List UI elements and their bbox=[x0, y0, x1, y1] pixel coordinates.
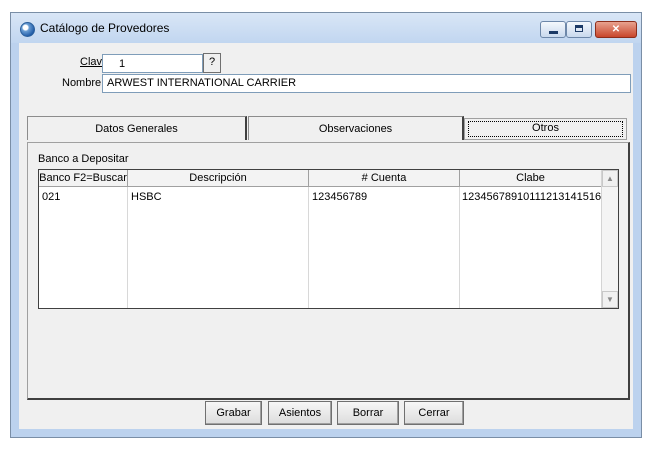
borrar-button[interactable]: Borrar bbox=[337, 401, 399, 425]
asientos-button[interactable]: Asientos bbox=[268, 401, 332, 425]
cell-clabe[interactable]: 123456789101112131415161 bbox=[462, 191, 601, 203]
tab-bar: Datos Generales Observaciones Otros bbox=[27, 116, 629, 142]
nombre-value: ARWEST INTERNATIONAL CARRIER bbox=[107, 77, 297, 89]
cerrar-label: Cerrar bbox=[418, 407, 450, 419]
asientos-label: Asientos bbox=[278, 407, 322, 419]
cell-banco[interactable]: 021 bbox=[42, 191, 60, 203]
close-icon: ✕ bbox=[611, 24, 621, 35]
nombre-input[interactable]: ARWEST INTERNATIONAL CARRIER bbox=[102, 74, 631, 93]
grabar-button[interactable]: Grabar bbox=[205, 401, 262, 425]
column-header-banco[interactable]: Banco F2=Buscar bbox=[39, 170, 128, 187]
cerrar-button[interactable]: Cerrar bbox=[404, 401, 464, 425]
close-button[interactable]: ✕ bbox=[595, 21, 637, 38]
clave-input[interactable]: 1 bbox=[102, 54, 203, 73]
scroll-up-arrow-icon[interactable]: ▲ bbox=[602, 170, 618, 187]
bank-section-label: Banco a Depositar bbox=[38, 153, 129, 165]
column-divider bbox=[308, 187, 309, 308]
borrar-label: Borrar bbox=[352, 407, 384, 419]
tab-focus-rect bbox=[468, 121, 623, 137]
tab-observaciones[interactable]: Observaciones bbox=[248, 116, 464, 140]
cell-cuenta[interactable]: 123456789 bbox=[312, 191, 367, 203]
column-header-descripcion[interactable]: Descripción bbox=[128, 170, 309, 187]
tab-panel-otros: Banco a Depositar Banco F2=Buscar Descri… bbox=[27, 142, 630, 400]
cell-descripcion[interactable]: HSBC bbox=[131, 191, 162, 203]
minimize-button[interactable] bbox=[540, 21, 566, 38]
tab-otros[interactable]: Otros bbox=[464, 118, 627, 140]
title-bar[interactable]: Catálogo de Provedores ✕ bbox=[11, 13, 641, 43]
column-divider bbox=[459, 187, 460, 308]
scroll-down-arrow-icon[interactable]: ▼ bbox=[602, 291, 618, 308]
grabar-label: Grabar bbox=[216, 407, 251, 419]
clave-value: 1 bbox=[119, 58, 126, 70]
vertical-scrollbar[interactable]: ▲ ▼ bbox=[601, 170, 618, 308]
maximize-button[interactable] bbox=[566, 21, 592, 38]
column-header-clabe[interactable]: Clabe bbox=[460, 170, 602, 187]
bank-grid[interactable]: Banco F2=Buscar Descripción # Cuenta Cla… bbox=[38, 169, 619, 309]
nombre-label: Nombre bbox=[62, 77, 102, 89]
window-title: Catálogo de Provedores bbox=[40, 21, 170, 35]
client-area: Clave 1 ? Nombre ARWEST INTERNATIONAL CA… bbox=[19, 43, 633, 429]
app-window: Catálogo de Provedores ✕ Clave 1 ? Nombr… bbox=[10, 12, 642, 438]
app-globe-icon bbox=[20, 22, 35, 37]
clave-lookup-button[interactable]: ? bbox=[203, 53, 221, 73]
tab-datos-generales[interactable]: Datos Generales bbox=[27, 116, 247, 140]
column-divider bbox=[127, 187, 128, 308]
column-header-cuenta[interactable]: # Cuenta bbox=[309, 170, 460, 187]
maximize-icon bbox=[575, 25, 583, 32]
minimize-icon bbox=[549, 31, 558, 34]
